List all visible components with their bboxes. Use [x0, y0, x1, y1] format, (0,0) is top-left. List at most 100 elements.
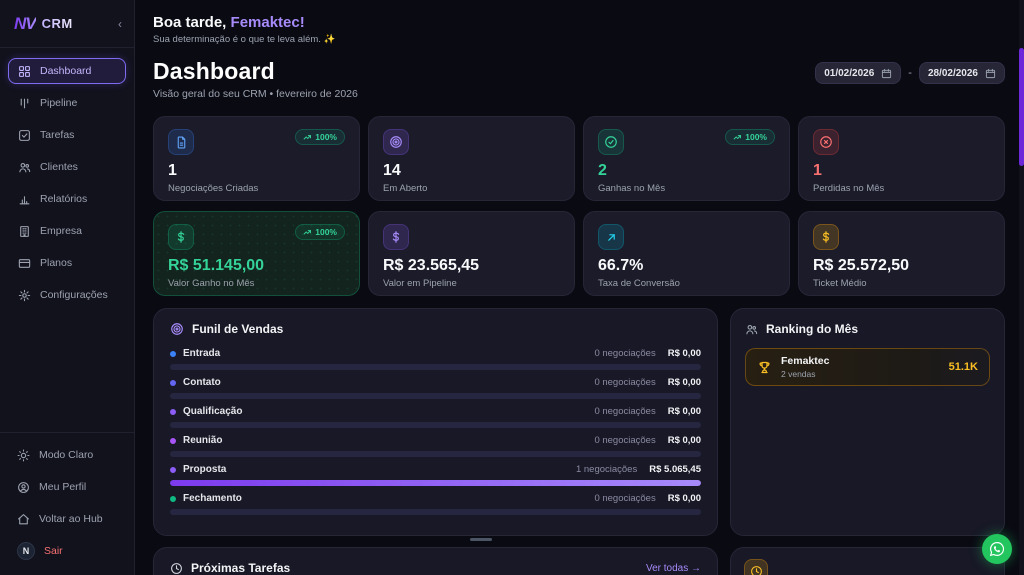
- stage-count: 0 negociações: [594, 348, 656, 359]
- greeting-name: Femaktec!: [230, 14, 305, 31]
- stat-card-taxa-conversao: 66.7% Taxa de Conversão: [583, 211, 790, 296]
- stage-count: 0 negociações: [594, 493, 656, 504]
- funnel-stage-proposta: Proposta 1 negociações R$ 5.065,45: [170, 464, 701, 486]
- stat-value: 66.7%: [598, 257, 644, 274]
- stage-name: Qualificação: [183, 406, 243, 417]
- stat-label: Valor Ganho no Mês: [168, 278, 255, 289]
- x-circle-icon: [813, 129, 839, 155]
- date-to-input[interactable]: 28/02/2026: [918, 62, 1005, 84]
- stat-card-em-aberto: 14 Em Aberto: [368, 116, 575, 201]
- greeting-subtitle: Sua determinação é o que te leva além. ✨: [153, 34, 336, 45]
- home-icon: [17, 513, 30, 526]
- sidebar-item-relatorios[interactable]: Relatórios: [8, 186, 126, 212]
- stat-card-ticket-medio: R$ 25.572,50 Ticket Médio: [798, 211, 1005, 296]
- drag-handle[interactable]: [470, 538, 492, 541]
- calendar-icon: [881, 68, 892, 79]
- profile-link-label: Meu Perfil: [39, 481, 87, 493]
- stat-value: R$ 23.565,45: [383, 257, 480, 274]
- whatsapp-button[interactable]: [982, 534, 1012, 564]
- upcoming-tasks-card: Próximas Tarefas Ver todas →: [153, 547, 718, 575]
- stat-value: 14: [383, 162, 401, 179]
- stage-dot: [170, 466, 176, 473]
- stage-value: R$ 5.065,45: [649, 464, 701, 475]
- stage-name: Entrada: [183, 348, 221, 359]
- arrow-up-right-icon: [598, 224, 624, 250]
- dollar-icon: [168, 224, 194, 250]
- ranking-title: Ranking do Mês: [766, 322, 859, 336]
- bottom-right-card: [730, 547, 1005, 575]
- stage-bar-track: [170, 480, 701, 486]
- sidebar-item-label: Clientes: [40, 161, 78, 173]
- checkbox-icon: [18, 129, 31, 142]
- growth-badge: 100%: [295, 224, 345, 240]
- stat-card-perdidas-no-mes: 1 Perdidas no Mês: [798, 116, 1005, 201]
- user-circle-icon: [17, 481, 30, 494]
- sidebar-item-pipeline[interactable]: Pipeline: [8, 90, 126, 116]
- stage-count: 0 negociações: [594, 435, 656, 446]
- rank-sales: 2 vendas: [781, 368, 816, 379]
- stage-value: R$ 0,00: [667, 435, 701, 446]
- stage-bar-track: [170, 422, 701, 428]
- page-subtitle: Visão geral do seu CRM • fevereiro de 20…: [153, 88, 358, 100]
- profile-link[interactable]: Meu Perfil: [8, 475, 126, 499]
- trophy-icon: [757, 360, 772, 375]
- funnel-stage-reuniao: Reunião 0 negociações R$ 0,00: [170, 435, 701, 457]
- target-icon: [170, 322, 184, 336]
- stage-count: 1 negociações: [575, 464, 638, 475]
- sales-funnel-card: Funil de Vendas Entrada 0 negociações R$…: [153, 308, 718, 536]
- funnel-stage-qualificacao: Qualificação 0 negociações R$ 0,00: [170, 406, 701, 428]
- date-from-input[interactable]: 01/02/2026: [815, 62, 902, 84]
- page-scrollbar: [1019, 0, 1024, 575]
- stage-name: Contato: [183, 377, 221, 388]
- stage-bar-track: [170, 393, 701, 399]
- sidebar: NV CRM ‹ Dashboard Pipeline Tarefas Clie…: [0, 0, 135, 575]
- panels-row: Funil de Vendas Entrada 0 negociações R$…: [153, 308, 1005, 536]
- view-all-tasks-link[interactable]: Ver todas →: [646, 563, 701, 574]
- stage-dot: [170, 350, 176, 357]
- stage-name: Fechamento: [183, 493, 242, 504]
- sidebar-item-clientes[interactable]: Clientes: [8, 154, 126, 180]
- gear-icon: [18, 289, 31, 302]
- funnel-title: Funil de Vendas: [192, 322, 284, 336]
- bottom-row: Próximas Tarefas Ver todas →: [153, 547, 1005, 575]
- sidebar-item-empresa[interactable]: Empresa: [8, 218, 126, 244]
- sidebar-item-dashboard[interactable]: Dashboard: [8, 58, 126, 84]
- logo: NV: [14, 13, 37, 33]
- crm-app: NV CRM ‹ Dashboard Pipeline Tarefas Clie…: [0, 0, 1024, 575]
- sidebar-item-planos[interactable]: Planos: [8, 250, 126, 276]
- sidebar-item-label: Planos: [40, 257, 73, 269]
- theme-toggle[interactable]: Modo Claro: [8, 443, 126, 467]
- stage-bar-track: [170, 451, 701, 457]
- funnel-stage-fechamento: Fechamento 0 negociações R$ 0,00: [170, 493, 701, 515]
- avatar: N: [17, 542, 35, 560]
- stat-card-valor-ganho: 100% R$ 51.145,00 Valor Ganho no Mês: [153, 211, 360, 296]
- stat-label: Negociações Criadas: [168, 183, 259, 194]
- building-icon: [18, 225, 31, 238]
- date-to-value: 28/02/2026: [927, 67, 978, 79]
- back-to-hub-link[interactable]: Voltar ao Hub: [8, 507, 126, 531]
- stats-grid: 100% 1 Negociações Criadas 14 Em Aberto …: [153, 116, 1005, 296]
- stat-label: Taxa de Conversão: [598, 278, 680, 289]
- sidebar-item-label: Tarefas: [40, 129, 75, 141]
- funnel-stages: Entrada 0 negociações R$ 0,00 Contato 0 …: [170, 348, 701, 515]
- file-icon: [168, 129, 194, 155]
- logout-button[interactable]: N Sair: [8, 539, 126, 563]
- sidebar-item-configuracoes[interactable]: Configurações: [8, 282, 126, 308]
- ranking-entry[interactable]: Femaktec 2 vendas 51.1K: [745, 348, 990, 386]
- growth-badge: 100%: [295, 129, 345, 145]
- sidebar-item-label: Configurações: [40, 289, 108, 301]
- stage-bar-track: [170, 364, 701, 370]
- whatsapp-icon: [988, 540, 1006, 558]
- sidebar-collapse-button[interactable]: ‹: [118, 18, 122, 30]
- stat-label: Ticket Médio: [813, 278, 867, 289]
- tasks-title: Próximas Tarefas: [191, 561, 291, 575]
- kanban-icon: [18, 97, 31, 110]
- sidebar-item-tarefas[interactable]: Tarefas: [8, 122, 126, 148]
- date-separator: -: [908, 67, 912, 79]
- sidebar-item-label: Dashboard: [40, 65, 92, 77]
- funnel-stage-entrada: Entrada 0 negociações R$ 0,00: [170, 348, 701, 370]
- stage-value: R$ 0,00: [667, 377, 701, 388]
- scrollbar-thumb[interactable]: [1019, 48, 1024, 166]
- dollar-icon: [383, 224, 409, 250]
- stage-dot: [170, 495, 176, 502]
